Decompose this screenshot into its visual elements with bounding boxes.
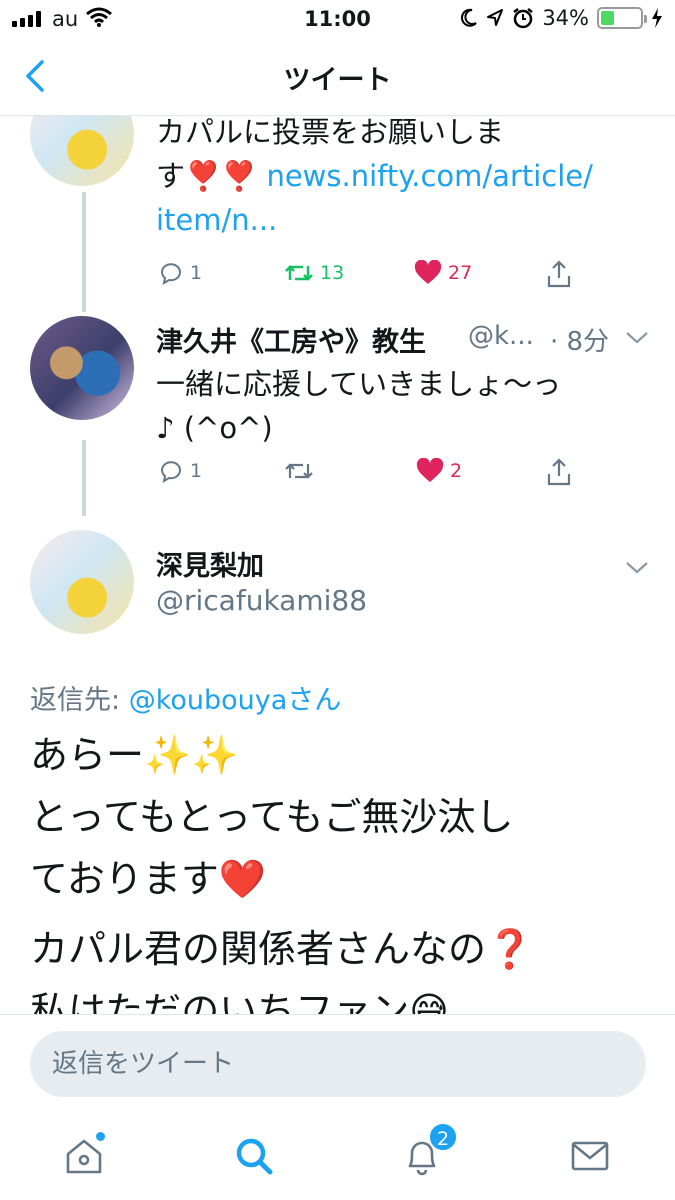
author-handle[interactable]: @ricafukami88 — [156, 584, 367, 617]
charging-bolt-icon — [652, 8, 662, 28]
reply-count: 1 — [190, 460, 203, 482]
conversation[interactable]: カパルに投票をお願いしま す❣️❣️ news.nifty.com/articl… — [0, 116, 675, 1014]
reply-to-line: 返信先: @koubouyaさん — [30, 685, 342, 716]
search-icon — [236, 1138, 273, 1175]
unread-dot — [96, 1132, 105, 1141]
reply-button[interactable]: 1 — [158, 458, 202, 484]
tweet-detail-screen: au 11:00 34% ツイート カパルに投票をお願いしま す❣️❣️ new… — [0, 0, 675, 1200]
tab-search[interactable] — [230, 1132, 278, 1180]
share-icon — [547, 458, 571, 486]
article-link[interactable]: news.nifty.com/article/ — [266, 159, 592, 193]
like-count: 27 — [448, 262, 473, 284]
page-title: ツイート — [283, 65, 392, 96]
author-handle[interactable]: @k... — [468, 321, 534, 351]
battery-percent: 34% — [542, 6, 589, 30]
mail-icon — [571, 1141, 609, 1171]
retweet-button[interactable]: 13 — [284, 260, 344, 286]
chevron-down-icon[interactable] — [624, 330, 650, 346]
tweet-time: · 8分 — [550, 327, 610, 357]
reply-button[interactable]: 1 — [158, 260, 202, 286]
share-icon — [547, 260, 571, 288]
avatar[interactable] — [30, 530, 134, 634]
moon-icon — [461, 8, 478, 27]
tweet-actions: 1 2 — [156, 458, 576, 498]
thread-connector — [82, 440, 86, 516]
author-name[interactable]: 深見梨加 — [156, 544, 264, 583]
reply-icon — [160, 263, 181, 286]
thread-connector — [82, 192, 86, 312]
retweet-count: 13 — [320, 262, 345, 284]
retweet-icon — [285, 265, 313, 281]
avatar[interactable] — [30, 116, 134, 186]
tweet-actions: 1 13 27 — [156, 260, 576, 300]
reply-composer — [0, 1014, 675, 1112]
avatar[interactable] — [30, 316, 134, 420]
tweet-text: 一緒に応援していきましょ〜っ ♪ (^o^) — [156, 367, 562, 445]
heart-filled-icon — [416, 458, 444, 482]
location-arrow-icon — [487, 9, 504, 26]
tweet-body: あらー✨✨ とってもとってもご無沙汰し ております❤️ カパル君の関係者さんなの… — [30, 733, 534, 1014]
status-bar: au 11:00 34% — [0, 0, 675, 40]
tab-home[interactable] — [60, 1132, 108, 1180]
tab-bar: 2 — [0, 1112, 675, 1200]
share-button[interactable] — [546, 260, 572, 288]
alarm-icon — [513, 8, 534, 29]
article-link-cont[interactable]: item/n... — [156, 198, 593, 242]
reply-count: 1 — [190, 262, 203, 284]
reply-icon — [160, 461, 181, 484]
reply-input[interactable] — [30, 1031, 646, 1097]
heart-filled-icon — [414, 260, 442, 284]
author-name[interactable]: 津久井《工房や》教生 — [156, 320, 426, 359]
status-right: 34% — [460, 6, 663, 30]
retweet-button[interactable] — [284, 458, 314, 484]
battery-icon — [597, 7, 647, 29]
chevron-down-icon[interactable] — [624, 560, 650, 576]
like-button[interactable]: 2 — [416, 458, 462, 484]
tweet-text: カパルに投票をお願いしま す❣️❣️ news.nifty.com/articl… — [156, 116, 593, 242]
like-button[interactable]: 27 — [414, 260, 472, 286]
reply-to-handle[interactable]: @koubouyaさん — [129, 685, 342, 716]
retweet-icon — [285, 463, 313, 479]
notification-badge: 2 — [428, 1122, 458, 1152]
nav-bar: ツイート — [0, 40, 675, 116]
tab-notifications[interactable]: 2 — [398, 1122, 458, 1180]
tab-messages[interactable] — [566, 1132, 614, 1180]
share-button[interactable] — [546, 458, 572, 486]
like-count: 2 — [450, 460, 463, 482]
